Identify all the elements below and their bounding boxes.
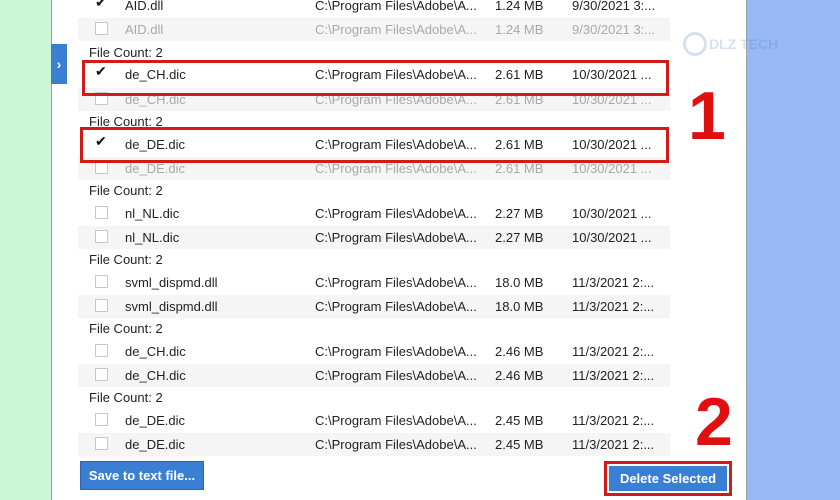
- highlight-box-row-1: [82, 60, 669, 96]
- checkbox[interactable]: [95, 22, 108, 35]
- checkbox[interactable]: [95, 206, 108, 219]
- file-row[interactable]: de_DE.dic C:\Program Files\Adobe\A... 2.45…: [78, 433, 670, 456]
- file-date: 11/3/2021 2:...: [572, 413, 655, 428]
- file-size: 18.0 MB: [495, 275, 544, 290]
- group-header: File Count: 2: [89, 183, 163, 198]
- file-row[interactable]: de_CH.dic C:\Program Files\Adobe\A... 2.46…: [78, 340, 670, 363]
- step-1-label: 1: [688, 78, 726, 154]
- file-size: 2.46 MB: [495, 368, 544, 383]
- file-size: 2.27 MB: [495, 230, 544, 245]
- left-background: [0, 0, 51, 500]
- checkbox[interactable]: [95, 299, 108, 312]
- expand-sidebar-button[interactable]: ›: [51, 44, 67, 84]
- file-date: 11/3/2021 2:...: [572, 275, 655, 290]
- file-path: C:\Program Files\Adobe\A...: [315, 0, 477, 13]
- checkbox[interactable]: [95, 230, 108, 243]
- right-background: [747, 0, 840, 500]
- file-date: 9/30/2021 3:...: [572, 22, 656, 37]
- file-date: 10/30/2021 ...: [572, 161, 652, 176]
- file-path: C:\Program Files\Adobe\A...: [315, 344, 477, 359]
- file-path: C:\Program Files\Adobe\A...: [315, 161, 477, 176]
- file-name: svml_dispmd.dll: [125, 275, 218, 290]
- file-size: 2.46 MB: [495, 344, 544, 359]
- window-edge-right: [746, 0, 747, 500]
- file-size: 2.61 MB: [495, 161, 544, 176]
- file-path: C:\Program Files\Adobe\A...: [315, 230, 477, 245]
- file-date: 11/3/2021 2:...: [572, 437, 655, 452]
- file-row[interactable]: nl_NL.dic C:\Program Files\Adobe\A... 2.27…: [78, 202, 670, 225]
- file-name: AID.dll: [125, 22, 164, 37]
- file-date: 9/30/2021 3:...: [572, 0, 656, 13]
- file-date: 11/3/2021 2:...: [572, 344, 655, 359]
- file-path: C:\Program Files\Adobe\A...: [315, 206, 477, 221]
- file-path: C:\Program Files\Adobe\A...: [315, 299, 477, 314]
- file-name: de_CH.dic: [125, 368, 186, 383]
- file-name: nl_NL.dic: [125, 230, 180, 245]
- file-name: AID.dll: [125, 0, 164, 13]
- file-path: C:\Program Files\Adobe\A...: [315, 275, 477, 290]
- file-name: de_DE.dic: [125, 437, 185, 452]
- group-header: File Count: 2: [89, 390, 163, 405]
- save-to-text-file-button[interactable]: Save to text file...: [80, 461, 204, 490]
- file-size: 2.45 MB: [495, 437, 544, 452]
- file-date: 10/30/2021 ...: [572, 206, 652, 221]
- file-name: de_DE.dic: [125, 161, 185, 176]
- file-row[interactable]: nl_NL.dic C:\Program Files\Adobe\A... 2.27…: [78, 226, 670, 249]
- file-size: 1.24 MB: [495, 22, 544, 37]
- file-name: de_DE.dic: [125, 413, 185, 428]
- file-row[interactable]: AID.dll C:\Program Files\Adobe\A... 1.24 M…: [78, 18, 670, 41]
- file-row[interactable]: svml_dispmd.dll C:\Program Files\Adobe\A.…: [78, 295, 670, 318]
- file-date: 11/3/2021 2:...: [572, 299, 655, 314]
- file-path: C:\Program Files\Adobe\A...: [315, 368, 477, 383]
- step-2-label: 2: [695, 384, 733, 460]
- file-path: C:\Program Files\Adobe\A...: [315, 22, 477, 37]
- file-size: 1.24 MB: [495, 0, 544, 13]
- group-header: File Count: 2: [89, 321, 163, 336]
- file-size: 2.27 MB: [495, 206, 544, 221]
- file-path: C:\Program Files\Adobe\A...: [315, 437, 477, 452]
- file-row[interactable]: AID.dll C:\Program Files\Adobe\A... 1.24 M…: [78, 0, 670, 17]
- group-header: File Count: 2: [89, 252, 163, 267]
- chevron-right-icon: ›: [56, 56, 62, 72]
- file-date: 11/3/2021 2:...: [572, 368, 655, 383]
- watermark-logo-icon: [683, 32, 707, 56]
- checkbox[interactable]: [95, 368, 108, 381]
- delete-selected-button[interactable]: Delete Selected: [609, 466, 727, 491]
- checkbox[interactable]: [95, 344, 108, 357]
- checkbox[interactable]: [95, 437, 108, 450]
- checkbox-checked[interactable]: [95, 0, 108, 11]
- file-row[interactable]: de_CH.dic C:\Program Files\Adobe\A... 2.46…: [78, 364, 670, 387]
- file-size: 18.0 MB: [495, 299, 544, 314]
- file-name: de_CH.dic: [125, 344, 186, 359]
- file-row[interactable]: de_DE.dic C:\Program Files\Adobe\A... 2.45…: [78, 409, 670, 432]
- watermark-text: DLZ TECH: [709, 36, 779, 52]
- file-size: 2.45 MB: [495, 413, 544, 428]
- highlight-box-row-2: [80, 127, 669, 163]
- checkbox[interactable]: [95, 275, 108, 288]
- file-path: C:\Program Files\Adobe\A...: [315, 413, 477, 428]
- watermark: DLZ TECH: [683, 30, 795, 60]
- file-name: svml_dispmd.dll: [125, 299, 218, 314]
- file-name: nl_NL.dic: [125, 206, 180, 221]
- checkbox[interactable]: [95, 413, 108, 426]
- file-row[interactable]: svml_dispmd.dll C:\Program Files\Adobe\A.…: [78, 271, 670, 294]
- file-date: 10/30/2021 ...: [572, 230, 652, 245]
